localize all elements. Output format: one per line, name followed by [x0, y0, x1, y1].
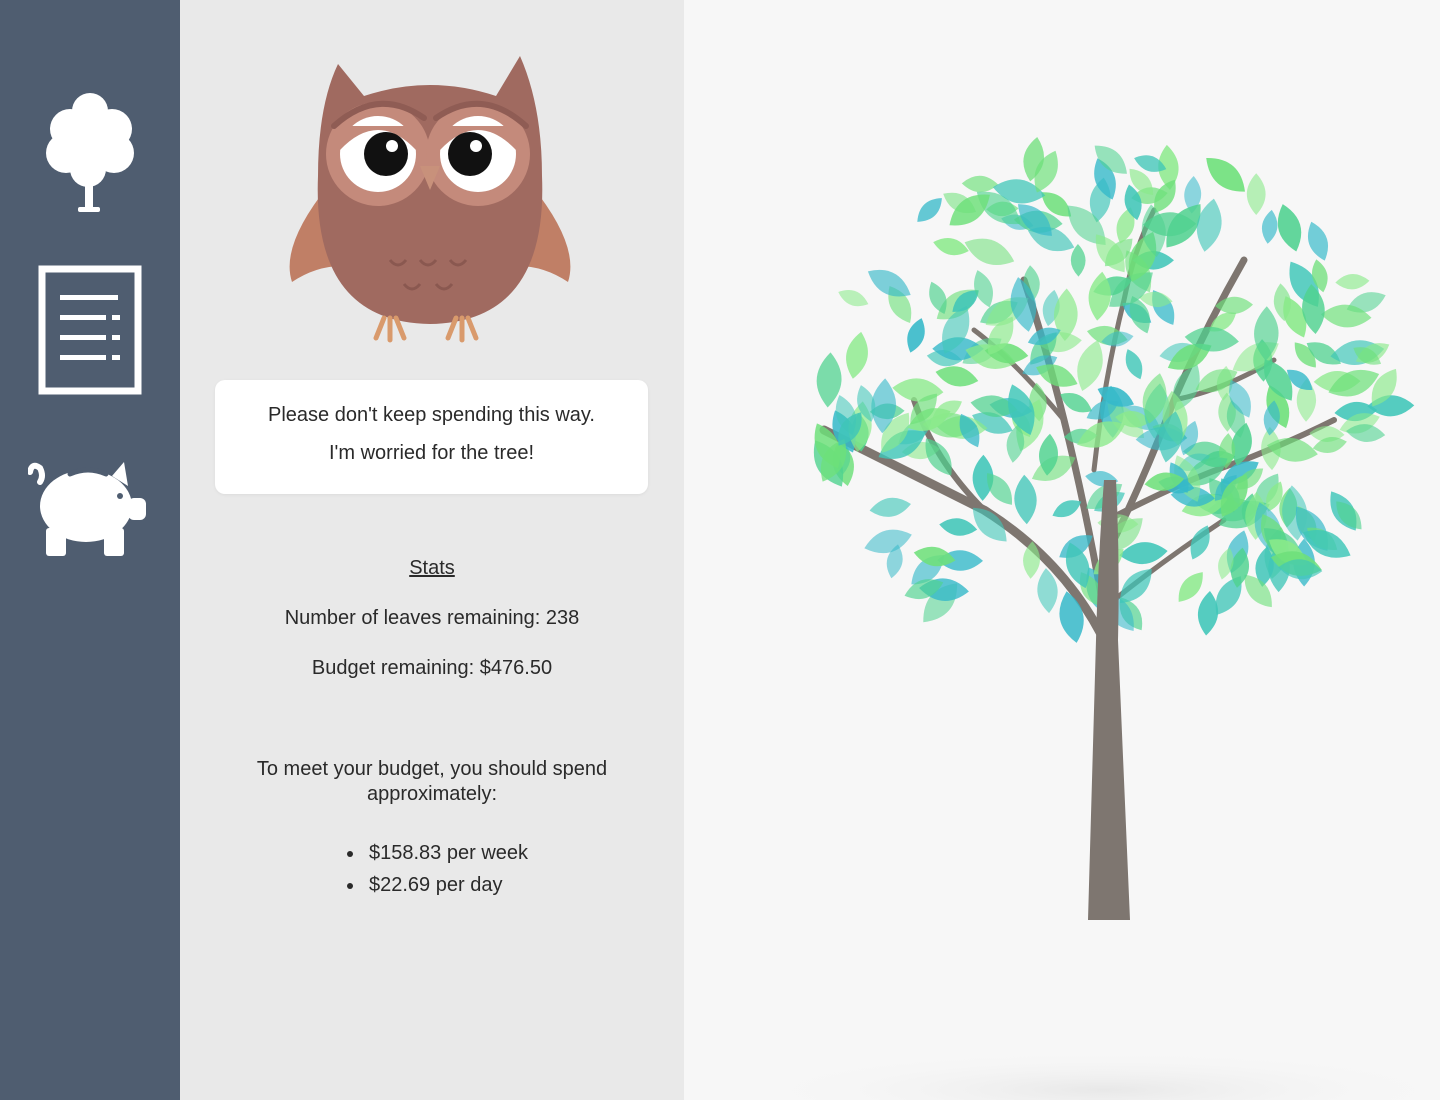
- spend-recommendation-list: $158.83 per week $22.69 per day: [347, 840, 528, 904]
- tree-leaf: [1206, 157, 1245, 192]
- budget-remaining-text: Budget remaining: $476.50: [311, 657, 553, 679]
- tree-leaf: [1014, 474, 1037, 525]
- leaves-remaining-text: Number of leaves remaining: 238: [284, 607, 580, 629]
- tree-leaf: [917, 198, 942, 222]
- tree-leaf: [935, 366, 979, 387]
- tree-leaf: [964, 238, 1015, 265]
- tree-leaf: [1262, 209, 1278, 244]
- tree-leaf: [838, 289, 869, 307]
- spend-per-week: $158.83 per week: [347, 840, 528, 872]
- sidebar-nav: [0, 0, 180, 1100]
- document-list-icon: [38, 265, 142, 395]
- owl-icon: [289, 56, 571, 343]
- app-window: Please don't keep spending this way. I'm…: [0, 0, 1440, 1100]
- tree-leaf: [1125, 349, 1143, 380]
- owl-message-line-1: Please don't keep spending this way.: [268, 404, 595, 426]
- owl-message-line-2: I'm worried for the tree!: [329, 442, 534, 464]
- tree-leaf: [846, 331, 868, 379]
- tree-leaf: [1335, 274, 1370, 290]
- tree-leaf: [864, 529, 912, 554]
- spend-per-day: $22.69 per day: [347, 872, 528, 904]
- budget-tree: [744, 136, 1440, 1100]
- tree-leaf: [1246, 173, 1266, 215]
- owl-speech-bubble: Please don't keep spending this way. I'm…: [215, 380, 648, 494]
- tree-visualization: [684, 0, 1440, 1100]
- tree-leaf: [1070, 243, 1086, 277]
- sidebar-item-tree[interactable]: [0, 88, 180, 220]
- owl-mascot: [280, 46, 580, 346]
- tree-leaf: [1308, 221, 1328, 261]
- tree-leaf: [933, 237, 969, 256]
- tree-leaf: [939, 518, 978, 536]
- budget-advice-text: To meet your budget, you should spend ap…: [256, 758, 608, 805]
- tree-leaf: [961, 175, 999, 193]
- tree-leaf: [869, 497, 911, 517]
- info-panel: Please don't keep spending this way. I'm…: [180, 0, 684, 1100]
- stats-heading: Stats: [409, 557, 455, 579]
- piggy-bank-icon: [28, 461, 146, 556]
- tree-icon: [46, 93, 134, 212]
- sidebar-item-budget[interactable]: [0, 455, 180, 560]
- sidebar-item-transactions[interactable]: [0, 262, 180, 398]
- tree-leaf: [1197, 590, 1219, 636]
